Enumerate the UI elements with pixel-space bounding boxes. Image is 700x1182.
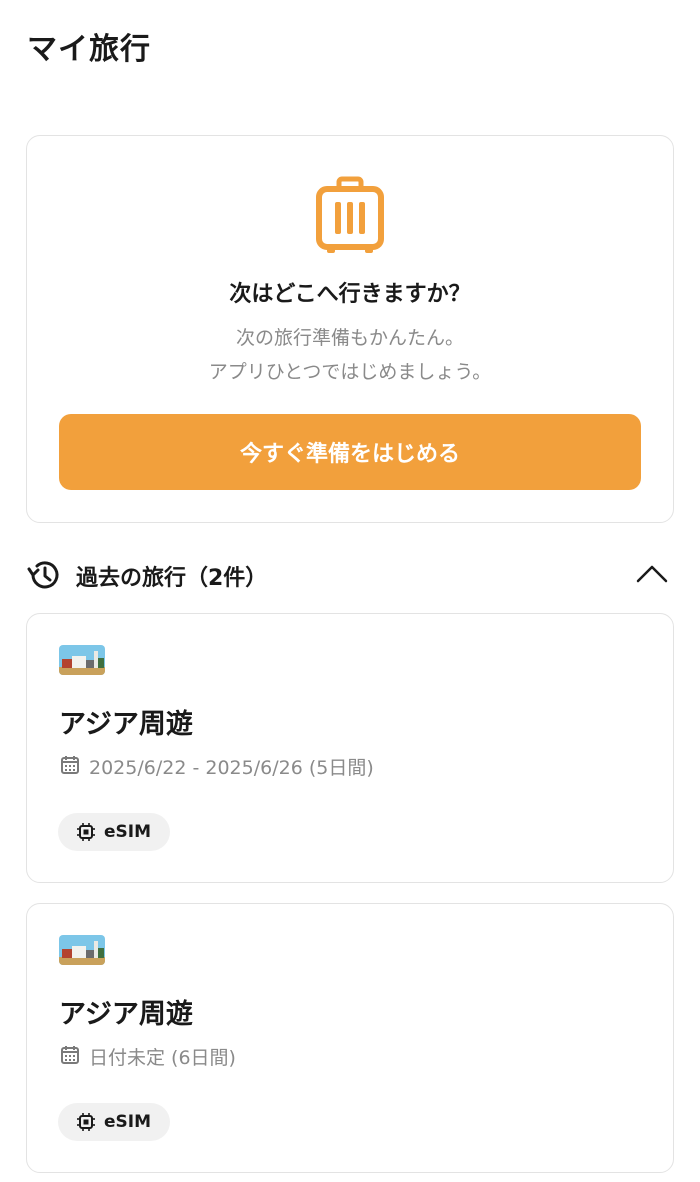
trip-thumbnail [59, 935, 105, 965]
suitcase-icon [316, 176, 384, 253]
trip-dates: 2025/6/22 - 2025/6/26 (5日間) [89, 757, 374, 779]
trip-card[interactable]: アジア周遊 2025/6/22 - 2025/6/26 (5日間) eSIM [26, 613, 674, 883]
chevron-up-icon[interactable] [636, 562, 668, 584]
new-trip-promo-card: 次はどこへ行きますか？ 次の旅行準備もかんたん。 アプリひとつではじめましょう。… [26, 135, 674, 523]
chip-icon [77, 1113, 95, 1131]
esim-chip: eSIM [58, 1103, 170, 1141]
trip-title: アジア周遊 [59, 999, 193, 1030]
chip-label: eSIM [104, 822, 152, 842]
history-icon [27, 561, 59, 589]
promo-subtext: アプリひとつではじめましょう。 [208, 361, 492, 383]
trip-thumbnail [59, 645, 105, 675]
trip-title: アジア周遊 [59, 709, 193, 740]
start-preparation-button[interactable]: 今すぐ準備をはじめる [59, 414, 641, 490]
promo-subtext: 次の旅行準備もかんたん。 [235, 327, 464, 349]
promo-heading: 次はどこへ行きますか？ [229, 282, 471, 307]
past-trips-title: 過去の旅行（2件） [76, 566, 268, 591]
calendar-icon [61, 1046, 79, 1064]
esim-chip: eSIM [58, 813, 170, 851]
past-trips-header[interactable]: 過去の旅行（2件） [26, 552, 674, 598]
trip-dates: 日付未定 (6日間) [89, 1047, 236, 1069]
calendar-icon [61, 756, 79, 774]
chip-label: eSIM [104, 1112, 152, 1132]
trip-card[interactable]: アジア周遊 日付未定 (6日間) eSIM [26, 903, 674, 1173]
chip-icon [77, 823, 95, 841]
page-title: マイ旅行 [27, 32, 151, 67]
